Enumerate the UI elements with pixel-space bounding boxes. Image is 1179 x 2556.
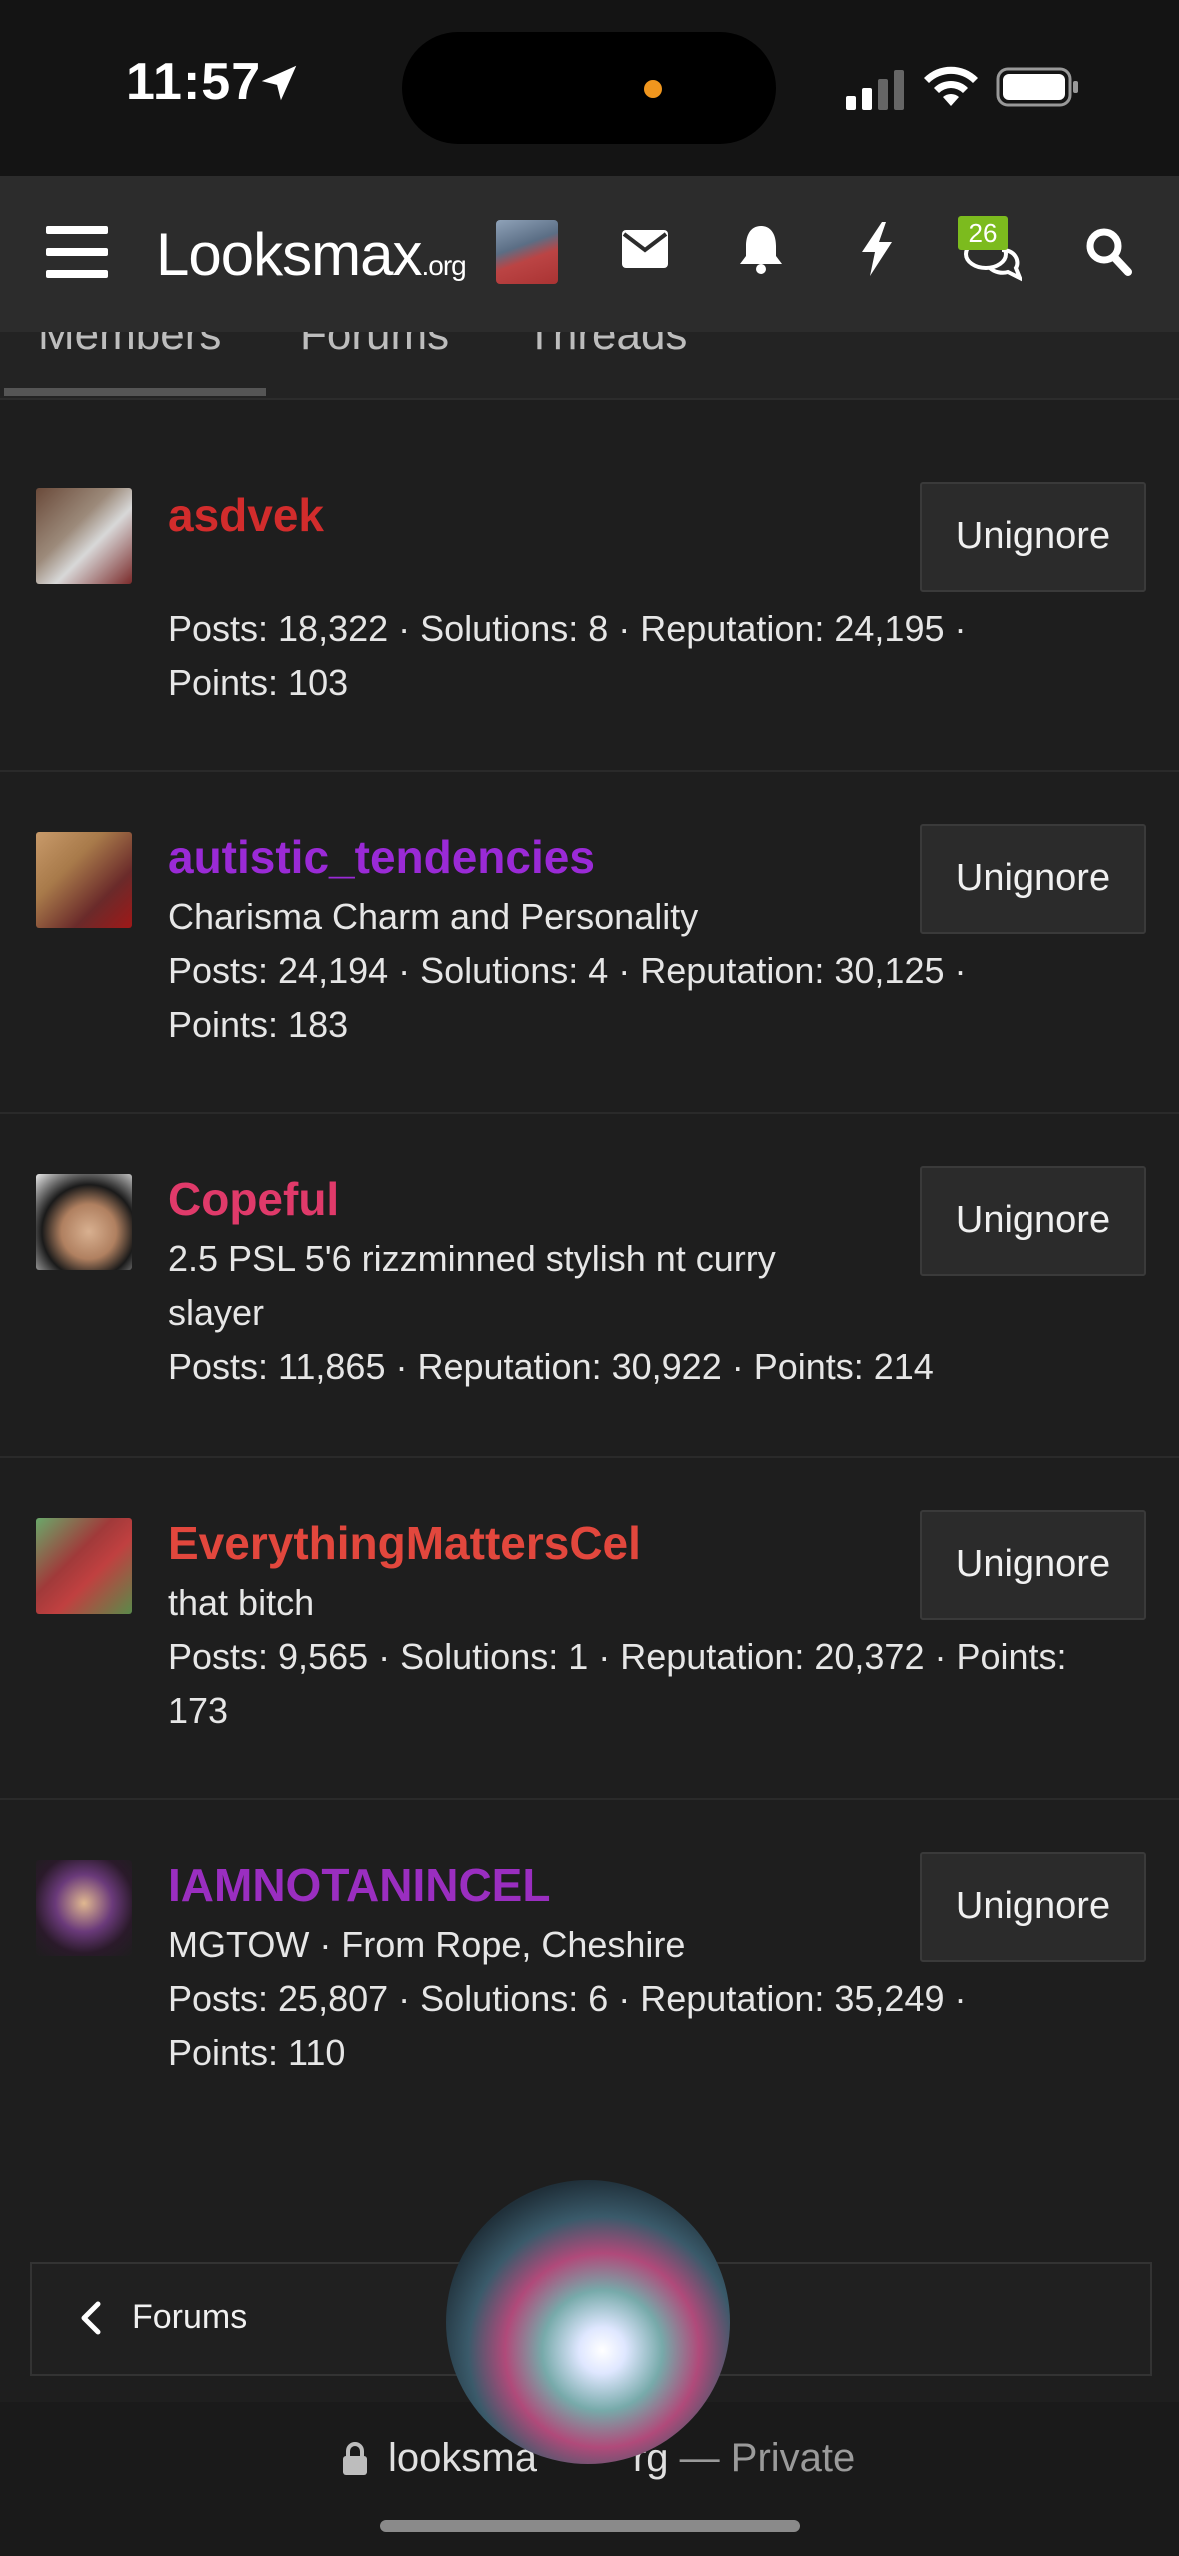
member-name[interactable]: IAMNOTANINCEL: [168, 1858, 550, 1912]
inbox-envelope-icon[interactable]: [622, 230, 668, 268]
unignore-button[interactable]: Unignore: [920, 1166, 1146, 1276]
logo-text: Lοοksmax: [156, 221, 422, 288]
battery-icon: [996, 67, 1078, 107]
member-stats-cont: Points: 110: [168, 2032, 346, 2073]
tab-forums[interactable]: Forums: [300, 332, 449, 360]
unignore-button[interactable]: Unignore: [920, 1852, 1146, 1962]
member-name[interactable]: Copeful: [168, 1172, 339, 1226]
lock-icon: [343, 2442, 367, 2475]
url-private-label: — Private: [668, 2436, 856, 2480]
site-header: Lοοksmax.org 26: [0, 176, 1179, 332]
member-avatar[interactable]: [36, 488, 132, 584]
member-row: asdvek Posts: 18,322 · Solutions: 8 · Re…: [0, 400, 1179, 772]
account-avatar[interactable]: [496, 220, 558, 284]
privacy-indicator-dot: [644, 80, 662, 98]
member-name[interactable]: EverythingMattersCel: [168, 1516, 641, 1570]
member-avatar[interactable]: [36, 1174, 132, 1270]
home-indicator[interactable]: [380, 2520, 800, 2532]
unignore-button[interactable]: Unignore: [920, 824, 1146, 934]
member-row: Copeful 2.5 PSL 5'6 rizzminned stylish n…: [0, 1114, 1179, 1458]
chevron-left-icon: [81, 2301, 101, 2335]
status-time: 11:57: [126, 53, 262, 111]
member-title-cont: slayer: [168, 1292, 265, 1333]
location-arrow-icon: [261, 65, 297, 101]
status-bar: 11:57: [0, 0, 1179, 176]
member-avatar[interactable]: [36, 1860, 132, 1956]
logo-suffix: .org: [421, 250, 466, 281]
search-icon[interactable]: [1084, 226, 1132, 276]
member-stats: Posts: 11,865 · Reputation: 30,922 · Poi…: [168, 1346, 934, 1387]
hamburger-menu-icon[interactable]: [46, 224, 108, 280]
member-avatar[interactable]: [36, 832, 132, 928]
member-avatar[interactable]: [36, 1518, 132, 1614]
active-tab-indicator: [4, 388, 266, 396]
member-stats: Posts: 18,322 · Solutions: 8 · Reputatio…: [168, 608, 967, 649]
unignore-button[interactable]: Unignore: [920, 1510, 1146, 1620]
member-row: autistic_tendencies Charisma Charm and P…: [0, 772, 1179, 1114]
whats-new-lightning-icon[interactable]: [860, 222, 894, 276]
siri-orb: [446, 2180, 730, 2464]
member-stats-cont: Points: 183: [168, 1004, 349, 1045]
tab-members[interactable]: Members: [38, 332, 221, 360]
member-stats-cont: 173: [168, 1690, 229, 1731]
notifications-bell-icon[interactable]: [738, 224, 784, 274]
ignored-tabs: Members Forums Threads: [0, 332, 1179, 400]
cellular-signal-icon: [846, 70, 904, 110]
site-logo[interactable]: Lοοksmax.org: [156, 220, 467, 289]
member-row: IAMNOTANINCEL MGTOW · From Rope, Cheshir…: [0, 1800, 1179, 2140]
member-name[interactable]: autistic_tendencies: [168, 830, 595, 884]
member-stats-cont: Points: 103: [168, 662, 349, 703]
wifi-icon: [924, 66, 978, 106]
member-row: EverythingMattersCel that bitch Posts: 9…: [0, 1458, 1179, 1800]
unignore-button[interactable]: Unignore: [920, 482, 1146, 592]
tab-threads[interactable]: Threads: [526, 332, 687, 360]
member-stats: Posts: 24,194 · Solutions: 4 · Reputatio…: [168, 950, 967, 991]
member-stats: Posts: 25,807 · Solutions: 6 · Reputatio…: [168, 1978, 967, 2019]
dynamic-island: [402, 32, 776, 144]
back-link-label: Forums: [132, 2298, 248, 2336]
conversations-badge: 26: [958, 216, 1008, 250]
member-stats: Posts: 9,565 · Solutions: 1 · Reputation…: [168, 1636, 1067, 1677]
member-name[interactable]: asdvek: [168, 488, 324, 542]
